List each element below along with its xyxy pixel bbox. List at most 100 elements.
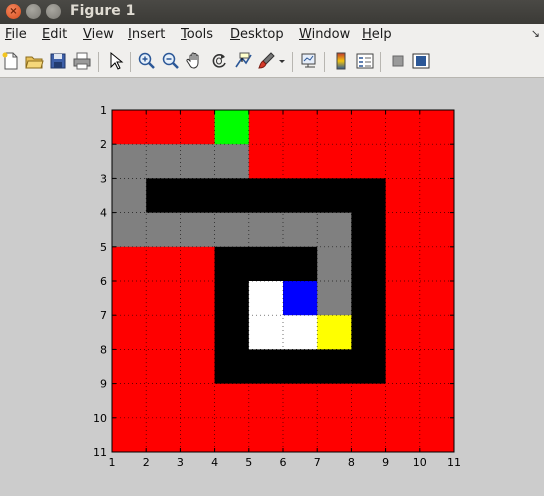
menu-view[interactable]: View	[83, 27, 114, 42]
heatmap-cell	[180, 349, 216, 385]
heatmap-cell	[248, 110, 284, 145]
legend-icon[interactable]	[355, 51, 375, 71]
heatmap-cell	[385, 281, 421, 316]
heatmap-cell	[248, 144, 284, 179]
zoom-in-icon[interactable]	[137, 51, 157, 71]
minimize-window-button[interactable]	[26, 4, 41, 19]
heatmap-cell	[317, 110, 352, 145]
plot-svg[interactable]: 1 2 3 4 5 6 7 8 9 10 111234567891011	[0, 78, 544, 492]
maximize-window-button[interactable]	[46, 4, 61, 19]
menu-overflow-icon[interactable]: ↘	[531, 27, 540, 40]
heatmap-cell	[214, 246, 250, 282]
select-arrow-icon[interactable]	[105, 51, 125, 71]
show-plot-tools-icon[interactable]	[411, 51, 431, 71]
menu-help[interactable]: Help	[362, 27, 392, 42]
heatmap-cell	[112, 144, 147, 179]
menu-edit[interactable]: Edit	[42, 27, 67, 42]
heatmap-cell	[214, 383, 250, 419]
data-cursor-icon[interactable]	[233, 51, 253, 71]
heatmap-cell	[112, 383, 147, 419]
heatmap-cell	[351, 349, 387, 385]
save-icon[interactable]	[48, 51, 68, 71]
heatmap-cell	[248, 178, 284, 214]
heatmap-cell	[283, 349, 318, 385]
heatmap-cell	[214, 349, 250, 385]
title-bar: × Figure 1	[0, 0, 544, 24]
heatmap-cell	[180, 212, 216, 248]
brush-icon[interactable]	[256, 51, 276, 71]
heatmap-cell	[283, 281, 318, 316]
x-tick-label: 2	[143, 456, 150, 469]
toolbar-separator	[130, 52, 131, 72]
heatmap-cell	[214, 281, 250, 316]
new-figure-icon[interactable]	[1, 51, 21, 71]
heatmap-cell	[112, 178, 147, 214]
colorbar-icon[interactable]	[331, 51, 351, 71]
heatmap-cell	[419, 349, 455, 385]
y-tick-label: 8	[100, 343, 107, 356]
heatmap-cell	[112, 349, 147, 385]
heatmap-cell	[419, 178, 455, 214]
heatmap-cell	[146, 417, 181, 453]
heatmap-cell	[351, 178, 387, 214]
heatmap-cell	[112, 315, 147, 350]
heatmap-cell	[146, 110, 181, 145]
heatmap-cell	[112, 281, 147, 316]
heatmap-cell	[214, 315, 250, 350]
print-icon[interactable]	[72, 51, 92, 71]
toolbar-separator	[380, 52, 381, 72]
heatmap-cell	[112, 246, 147, 282]
heatmap-cell	[146, 315, 181, 350]
heatmap-cell	[351, 315, 387, 350]
heatmap-cell	[419, 383, 455, 419]
heatmap-cell	[248, 212, 284, 248]
menu-desktop[interactable]: Desktop	[230, 27, 284, 42]
heatmap-cell	[180, 178, 216, 214]
brush-dropdown-icon[interactable]	[276, 51, 288, 71]
menu-bar: File Edit View Insert Tools Desktop Wind…	[0, 24, 544, 46]
heatmap-cell	[351, 212, 387, 248]
heatmap-cell	[180, 110, 216, 145]
heatmap-cell	[385, 144, 421, 179]
heatmap-cell	[317, 178, 352, 214]
x-tick-label: 6	[280, 456, 287, 469]
heatmap-cell	[283, 417, 318, 453]
heatmap-cell	[385, 383, 421, 419]
x-tick-label: 7	[314, 456, 321, 469]
heatmap-cell	[419, 246, 455, 282]
heatmap-cell	[180, 417, 216, 453]
close-window-button[interactable]: ×	[6, 4, 21, 19]
link-plot-icon[interactable]	[299, 51, 319, 71]
heatmap-cell	[419, 212, 455, 248]
pan-hand-icon[interactable]	[185, 51, 205, 71]
toolbar	[0, 46, 544, 78]
menu-window[interactable]: Window	[299, 27, 350, 42]
menu-tools[interactable]: Tools	[181, 27, 213, 42]
menu-file[interactable]: File	[5, 27, 27, 42]
y-tick-label: 5	[100, 241, 107, 254]
figure-canvas: 1 2 3 4 5 6 7 8 9 10 11 1 2 3 4 5 6 7 8 9 10 11	[0, 78, 544, 492]
hide-plot-tools-icon[interactable]	[388, 51, 408, 71]
heatmap-cell	[248, 417, 284, 453]
heatmap-cell	[385, 417, 421, 453]
x-tick-label: 3	[177, 456, 184, 469]
heatmap-cell	[317, 246, 352, 282]
x-tick-label: 10	[413, 456, 427, 469]
heatmap-cell	[214, 110, 250, 145]
heatmap-cell	[419, 110, 455, 145]
heatmap-cell	[146, 246, 181, 282]
heatmap-cell	[317, 417, 352, 453]
rotate-3d-icon[interactable]	[209, 51, 229, 71]
y-tick-label: 6	[100, 275, 107, 288]
heatmap-cell	[419, 417, 455, 453]
menu-insert[interactable]: Insert	[128, 27, 165, 42]
heatmap-cell	[214, 212, 250, 248]
heatmap-cell	[385, 349, 421, 385]
heatmap-cell	[283, 383, 318, 419]
x-tick-label: 11	[447, 456, 461, 469]
open-file-icon[interactable]	[24, 51, 44, 71]
x-tick-label: 4	[211, 456, 218, 469]
x-tick-label: 1	[109, 456, 116, 469]
zoom-out-icon[interactable]	[161, 51, 181, 71]
heatmap-cell	[214, 417, 250, 453]
